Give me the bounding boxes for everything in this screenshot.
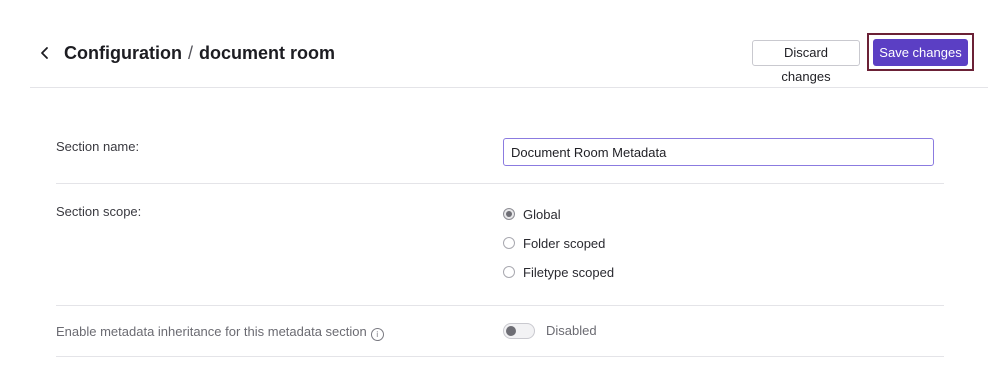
- breadcrumb-page: document room: [199, 43, 336, 63]
- page-title: Configuration / document room: [64, 42, 335, 64]
- inheritance-toggle[interactable]: [503, 323, 535, 339]
- chevron-left-icon: [41, 47, 48, 59]
- section-scope-row: Section scope: Global Folder scoped File…: [56, 184, 944, 306]
- breadcrumb-separator: /: [187, 43, 193, 63]
- section-scope-radio-group: Global Folder scoped Filetype scoped: [503, 206, 614, 293]
- page-header: Configuration / document room Discard chan…: [30, 0, 988, 88]
- configuration-page: Configuration / document room Discard chan…: [0, 0, 999, 366]
- radio-button-folder-scoped[interactable]: [503, 237, 515, 249]
- inheritance-row: Enable metadata inheritance for this met…: [56, 306, 944, 357]
- scope-option-global[interactable]: Global: [503, 206, 614, 235]
- inheritance-label: Enable metadata inheritance for this met…: [56, 324, 384, 341]
- radio-label-filetype-scoped: Filetype scoped: [523, 265, 615, 280]
- info-icon[interactable]: i: [370, 328, 384, 341]
- radio-button-global[interactable]: [503, 208, 515, 220]
- save-changes-button[interactable]: Save changes: [873, 39, 968, 66]
- radio-button-filetype-scoped[interactable]: [503, 266, 515, 278]
- inheritance-label-text: Enable metadata inheritance for this met…: [56, 324, 367, 339]
- radio-label-global: Global: [523, 207, 561, 222]
- section-scope-label: Section scope:: [56, 204, 142, 219]
- discard-changes-button[interactable]: Discard changes: [752, 40, 860, 84]
- scope-option-folder-scoped[interactable]: Folder scoped: [503, 235, 614, 264]
- toggle-knob: [506, 326, 516, 336]
- section-name-label: Section name:: [56, 139, 140, 154]
- radio-label-folder-scoped: Folder scoped: [523, 236, 606, 251]
- section-name-row: Section name:: [56, 122, 944, 184]
- back-button[interactable]: [36, 42, 54, 64]
- section-name-input[interactable]: [503, 138, 934, 166]
- inheritance-status: Disabled: [546, 323, 597, 338]
- scope-option-filetype-scoped[interactable]: Filetype scoped: [503, 264, 614, 293]
- breadcrumb-section: Configuration: [64, 43, 182, 63]
